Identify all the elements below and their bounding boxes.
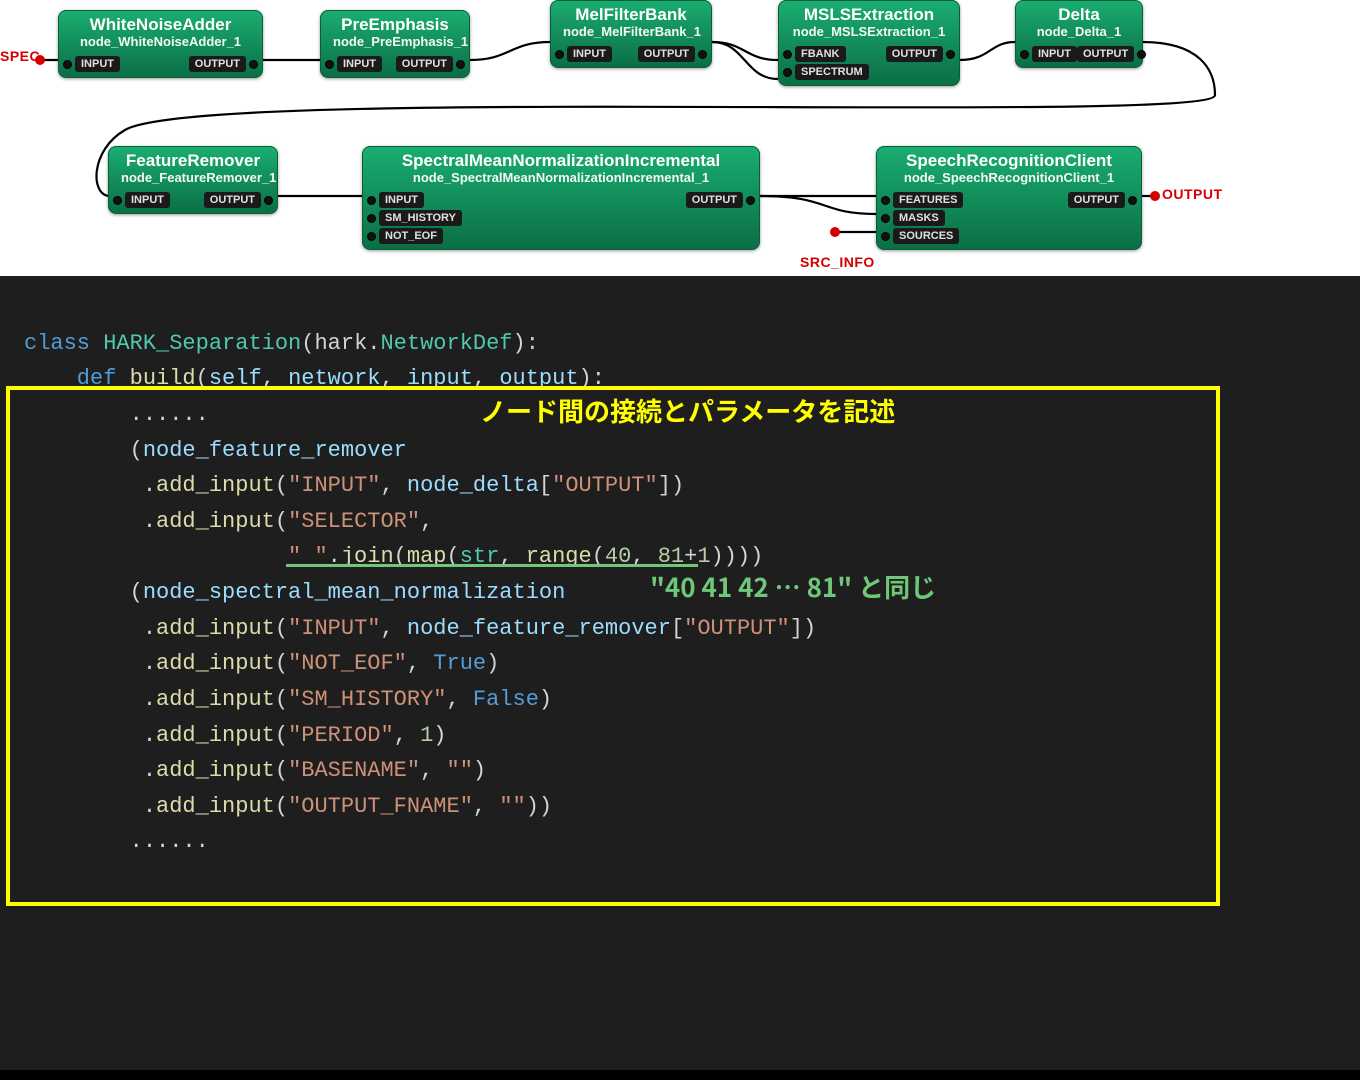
node-sub: node_FeatureRemover_1 — [121, 171, 265, 186]
port-fbank[interactable]: FBANK — [783, 46, 846, 62]
port-input[interactable]: INPUT — [1020, 46, 1077, 62]
node-title: MelFilterBank — [563, 5, 699, 25]
code-ellipsis: ...... — [24, 402, 209, 427]
node-smn[interactable]: SpectralMeanNormalizationIncrementalnode… — [362, 146, 760, 250]
node-title: SpectralMeanNormalizationIncremental — [375, 151, 747, 171]
node-mslsextraction[interactable]: MSLSExtractionnode_MSLSExtraction_1 FBAN… — [778, 0, 960, 86]
port-output[interactable]: OUTPUT — [189, 56, 258, 72]
node-title: Delta — [1028, 5, 1130, 25]
node-sub: node_SpectralMeanNormalizationIncrementa… — [375, 171, 747, 186]
node-delta[interactable]: Deltanode_Delta_1 INPUT OUTPUT — [1015, 0, 1143, 68]
node-sub: node_SpeechRecognitionClient_1 — [889, 171, 1129, 186]
ext-label-srcinfo: SRC_INFO — [800, 254, 875, 270]
annotation-jp-same: "40 41 42 … 81" と同じ — [650, 566, 936, 608]
code-kw: class — [24, 331, 103, 356]
port-masks[interactable]: MASKS — [881, 210, 945, 226]
port-output[interactable]: OUTPUT — [396, 56, 465, 72]
port-output[interactable]: OUTPUT — [204, 192, 273, 208]
node-sub: node_WhiteNoiseAdder_1 — [71, 35, 250, 50]
port-input[interactable]: INPUT — [63, 56, 120, 72]
port-smhistory[interactable]: SM_HISTORY — [367, 210, 462, 226]
ext-label-spec: SPEC — [0, 48, 40, 64]
node-preemphasis[interactable]: PreEmphasisnode_PreEmphasis_1 INPUT OUTP… — [320, 10, 470, 78]
node-sub: node_Delta_1 — [1028, 25, 1130, 40]
node-graph-diagram: SPEC SRC_INFO OUTPUT WhiteNoiseAddernode… — [0, 0, 1360, 276]
annotation-jp-top: ノード間の接続とパラメータを記述 — [480, 390, 895, 432]
node-title: MSLSExtraction — [791, 5, 947, 25]
node-speechrecogclient[interactable]: SpeechRecognitionClientnode_SpeechRecogn… — [876, 146, 1142, 250]
port-output[interactable]: OUTPUT — [1068, 192, 1137, 208]
port-spectrum[interactable]: SPECTRUM — [783, 64, 869, 80]
node-title: PreEmphasis — [333, 15, 457, 35]
ext-label-output: OUTPUT — [1162, 186, 1223, 202]
port-features[interactable]: FEATURES — [881, 192, 963, 208]
code-ellipsis: ...... — [24, 829, 209, 854]
port-input[interactable]: INPUT — [113, 192, 170, 208]
code-cls: HARK_Separation — [103, 331, 301, 356]
node-melfilterbank[interactable]: MelFilterBanknode_MelFilterBank_1 INPUT … — [550, 0, 712, 68]
code-editor: class HARK_Separation(hark.NetworkDef): … — [0, 276, 1360, 1070]
node-title: FeatureRemover — [121, 151, 265, 171]
port-input[interactable]: INPUT — [555, 46, 612, 62]
node-whitenoiseadder[interactable]: WhiteNoiseAddernode_WhiteNoiseAdder_1 IN… — [58, 10, 263, 78]
green-underline — [286, 564, 698, 567]
node-featureremover[interactable]: FeatureRemovernode_FeatureRemover_1 INPU… — [108, 146, 278, 214]
port-noteof[interactable]: NOT_EOF — [367, 228, 443, 244]
port-output[interactable]: OUTPUT — [886, 46, 955, 62]
highlight-box — [6, 386, 1220, 906]
node-title: WhiteNoiseAdder — [71, 15, 250, 35]
port-input[interactable]: INPUT — [325, 56, 382, 72]
node-sub: node_MSLSExtraction_1 — [791, 25, 947, 40]
port-output[interactable]: OUTPUT — [638, 46, 707, 62]
port-output[interactable]: OUTPUT — [1077, 46, 1146, 62]
port-input[interactable]: INPUT — [367, 192, 424, 208]
port-sources[interactable]: SOURCES — [881, 228, 959, 244]
node-sub: node_MelFilterBank_1 — [563, 25, 699, 40]
node-sub: node_PreEmphasis_1 — [333, 35, 457, 50]
port-output[interactable]: OUTPUT — [686, 192, 755, 208]
node-title: SpeechRecognitionClient — [889, 151, 1129, 171]
